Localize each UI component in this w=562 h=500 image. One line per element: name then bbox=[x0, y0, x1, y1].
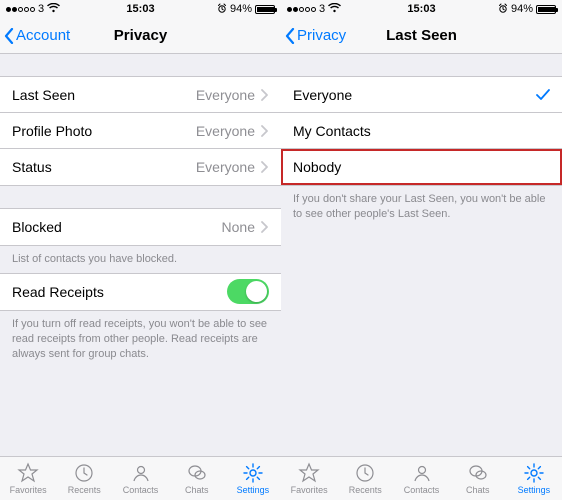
back-button[interactable]: Privacy bbox=[281, 27, 346, 44]
chat-icon bbox=[467, 462, 489, 484]
nav-bar: Privacy Last Seen bbox=[281, 18, 562, 54]
last-seen-screen: 3 15:03 94% Privacy Last Seen Everyone bbox=[281, 0, 562, 500]
tab-label: Chats bbox=[185, 485, 209, 495]
profile-photo-row[interactable]: Profile Photo Everyone bbox=[0, 113, 281, 149]
read-receipts-section: Read Receipts bbox=[0, 273, 281, 311]
chevron-right-icon bbox=[261, 89, 269, 101]
tab-recents[interactable]: Recents bbox=[56, 457, 112, 500]
privacy-options-section: Last Seen Everyone Profile Photo Everyon… bbox=[0, 76, 281, 186]
row-value: Everyone bbox=[196, 87, 255, 103]
tab-contacts[interactable]: Contacts bbox=[393, 457, 449, 500]
blocked-row[interactable]: Blocked None bbox=[0, 209, 281, 245]
row-label: Read Receipts bbox=[12, 284, 227, 300]
tab-label: Favorites bbox=[291, 485, 328, 495]
tab-label: Favorites bbox=[10, 485, 47, 495]
option-label: My Contacts bbox=[293, 123, 550, 139]
option-nobody[interactable]: Nobody bbox=[281, 149, 562, 185]
chat-icon bbox=[186, 462, 208, 484]
status-bar: 3 15:03 94% bbox=[281, 0, 562, 18]
option-label: Nobody bbox=[293, 159, 550, 175]
tab-label: Settings bbox=[237, 485, 270, 495]
blocked-footer: List of contacts you have blocked. bbox=[0, 246, 281, 273]
privacy-screen: 3 15:03 94% Account Privacy Last Seen Ev… bbox=[0, 0, 281, 500]
carrier-label: 3 bbox=[38, 3, 44, 15]
back-button[interactable]: Account bbox=[0, 27, 70, 44]
option-label: Everyone bbox=[293, 87, 536, 103]
option-everyone[interactable]: Everyone bbox=[281, 77, 562, 113]
battery-pct: 94% bbox=[230, 3, 252, 15]
status-row[interactable]: Status Everyone bbox=[0, 149, 281, 185]
clock: 15:03 bbox=[407, 3, 435, 15]
check-icon bbox=[536, 89, 550, 101]
row-value: None bbox=[222, 219, 255, 235]
wifi-icon bbox=[328, 3, 341, 16]
tab-chats[interactable]: Chats bbox=[169, 457, 225, 500]
back-label: Account bbox=[16, 27, 70, 44]
read-receipts-toggle[interactable] bbox=[227, 279, 269, 304]
row-label: Status bbox=[12, 159, 196, 175]
chevron-right-icon bbox=[261, 161, 269, 173]
signal-dots bbox=[6, 7, 35, 12]
clock: 15:03 bbox=[126, 3, 154, 15]
alarm-icon bbox=[217, 3, 227, 16]
carrier-label: 3 bbox=[319, 3, 325, 15]
battery-icon bbox=[536, 5, 556, 14]
tab-chats[interactable]: Chats bbox=[450, 457, 506, 500]
battery-pct: 94% bbox=[511, 3, 533, 15]
tab-settings[interactable]: Settings bbox=[225, 457, 281, 500]
page-title: Last Seen bbox=[386, 27, 457, 44]
chevron-right-icon bbox=[261, 221, 269, 233]
tab-label: Contacts bbox=[123, 485, 159, 495]
chevron-left-icon bbox=[285, 28, 295, 44]
tab-bar: Favorites Recents Contacts Chats Setting… bbox=[281, 456, 562, 500]
clock-icon bbox=[354, 462, 376, 484]
wifi-icon bbox=[47, 3, 60, 16]
tab-label: Recents bbox=[349, 485, 382, 495]
last-seen-options-section: Everyone My Contacts Nobody bbox=[281, 76, 562, 186]
star-icon bbox=[298, 462, 320, 484]
tab-settings[interactable]: Settings bbox=[506, 457, 562, 500]
blocked-section: Blocked None bbox=[0, 208, 281, 246]
row-value: Everyone bbox=[196, 123, 255, 139]
row-label: Last Seen bbox=[12, 87, 196, 103]
tab-recents[interactable]: Recents bbox=[337, 457, 393, 500]
chevron-left-icon bbox=[4, 28, 14, 44]
chevron-right-icon bbox=[261, 125, 269, 137]
clock-icon bbox=[73, 462, 95, 484]
contact-icon bbox=[130, 462, 152, 484]
read-receipts-footer: If you turn off read receipts, you won't… bbox=[0, 311, 281, 368]
contact-icon bbox=[411, 462, 433, 484]
page-title: Privacy bbox=[114, 27, 167, 44]
gear-icon bbox=[242, 462, 264, 484]
tab-label: Chats bbox=[466, 485, 490, 495]
tab-label: Contacts bbox=[404, 485, 440, 495]
tab-label: Settings bbox=[518, 485, 551, 495]
read-receipts-row: Read Receipts bbox=[0, 274, 281, 310]
nav-bar: Account Privacy bbox=[0, 18, 281, 54]
tab-favorites[interactable]: Favorites bbox=[281, 457, 337, 500]
option-my-contacts[interactable]: My Contacts bbox=[281, 113, 562, 149]
row-value: Everyone bbox=[196, 159, 255, 175]
row-label: Blocked bbox=[12, 219, 222, 235]
signal-dots bbox=[287, 7, 316, 12]
gear-icon bbox=[523, 462, 545, 484]
star-icon bbox=[17, 462, 39, 484]
back-label: Privacy bbox=[297, 27, 346, 44]
row-label: Profile Photo bbox=[12, 123, 196, 139]
tab-favorites[interactable]: Favorites bbox=[0, 457, 56, 500]
last-seen-footer: If you don't share your Last Seen, you w… bbox=[281, 186, 562, 228]
alarm-icon bbox=[498, 3, 508, 16]
tab-contacts[interactable]: Contacts bbox=[112, 457, 168, 500]
tab-bar: Favorites Recents Contacts Chats Setting… bbox=[0, 456, 281, 500]
status-bar: 3 15:03 94% bbox=[0, 0, 281, 18]
battery-icon bbox=[255, 5, 275, 14]
tab-label: Recents bbox=[68, 485, 101, 495]
last-seen-row[interactable]: Last Seen Everyone bbox=[0, 77, 281, 113]
